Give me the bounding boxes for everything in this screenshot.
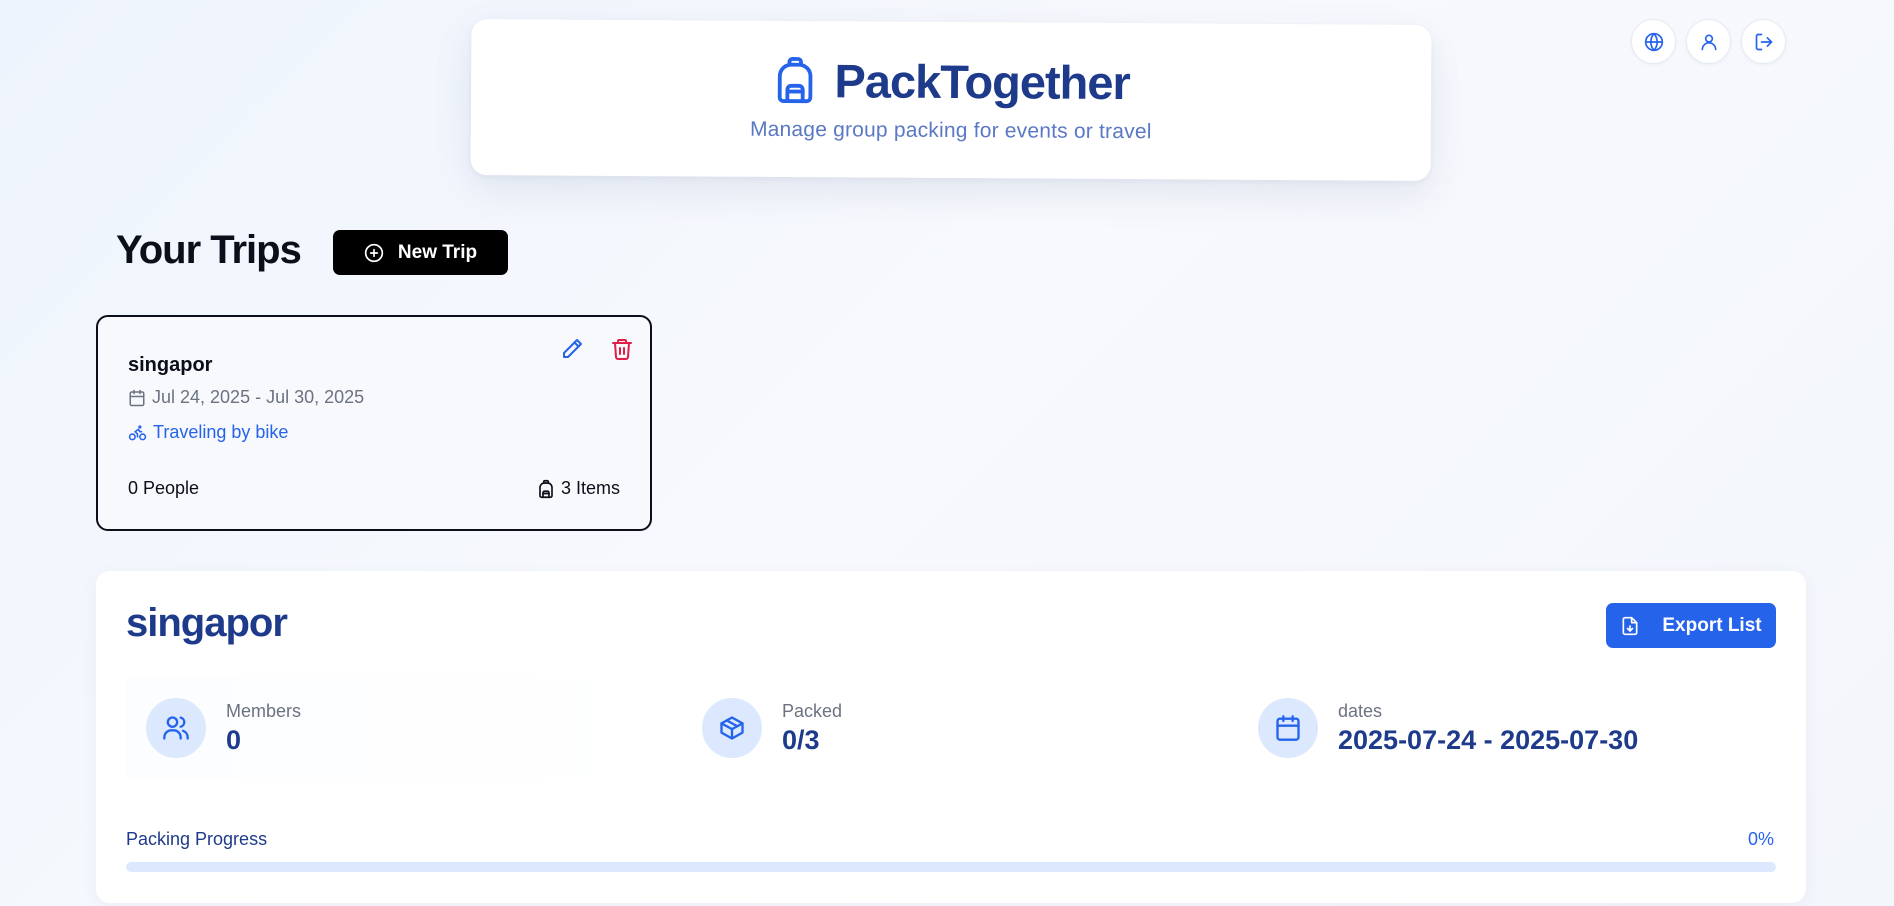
bike-icon <box>128 425 147 441</box>
progress-label: Packing Progress <box>126 829 268 849</box>
file-download-icon <box>1622 616 1638 635</box>
logout-button[interactable] <box>1741 19 1786 64</box>
packed-icon-wrap <box>702 698 762 758</box>
plus-circle-icon <box>364 243 384 262</box>
progress-percent: 0% <box>1747 829 1774 849</box>
trip-items-label: 3 Items <box>560 478 620 498</box>
stat-packed: Packed 0/3 <box>682 678 1232 778</box>
trip-items-count: 3 Items <box>537 478 620 499</box>
progress-bar <box>126 862 1776 872</box>
dates-label: dates <box>1338 700 1383 721</box>
top-actions <box>1631 19 1786 64</box>
stat-dates: dates 2025-07-24 - 2025-07-30 <box>1238 678 1768 778</box>
trip-dates: Jul 24, 2025 - Jul 30, 2025 <box>128 387 364 408</box>
trips-heading: Your Trips <box>116 228 302 272</box>
users-icon <box>163 716 189 740</box>
trip-name: singapor <box>128 354 213 376</box>
packed-value: 0/3 <box>782 724 820 755</box>
app-tagline: Manage group packing for events or trave… <box>749 117 1152 143</box>
export-list-button[interactable]: Export List <box>1606 603 1776 648</box>
members-label: Members <box>226 700 302 721</box>
members-icon-wrap <box>146 698 206 758</box>
export-list-label: Export List <box>1662 614 1762 636</box>
user-icon <box>1701 34 1716 50</box>
edit-icon[interactable] <box>560 337 584 361</box>
trash-icon[interactable] <box>610 337 634 361</box>
stat-members: Members 0 <box>126 678 676 778</box>
trip-date-range: Jul 24, 2025 - Jul 30, 2025 <box>152 387 365 407</box>
new-trip-button[interactable]: New Trip <box>333 230 508 275</box>
dates-value: 2025-07-24 - 2025-07-30 <box>1338 724 1639 755</box>
app-name: PackTogether <box>834 53 1130 109</box>
trip-people-count: 0 People <box>128 478 200 498</box>
trip-detail-panel: singapor Export List Members 0 Packed 0/… <box>96 571 1806 903</box>
new-trip-label: New Trip <box>397 241 478 263</box>
calendar-icon <box>1276 715 1300 741</box>
package-icon <box>720 716 744 740</box>
packed-label: Packed <box>782 700 843 721</box>
trip-card[interactable]: singapor Jul 24, 2025 - Jul 30, 2025 Tra… <box>96 315 652 531</box>
backpack-icon <box>539 479 553 498</box>
calendar-icon <box>129 389 145 406</box>
language-button[interactable] <box>1631 19 1676 64</box>
trip-travel-mode-label: Traveling by bike <box>153 422 289 442</box>
detail-title: singapor <box>126 601 288 645</box>
app-header: PackTogether Manage group packing for ev… <box>470 19 1432 181</box>
logout-icon <box>1755 33 1772 50</box>
profile-button[interactable] <box>1686 19 1731 64</box>
backpack-icon <box>778 57 813 104</box>
dates-icon-wrap <box>1258 698 1318 758</box>
members-value: 0 <box>226 724 242 755</box>
trip-travel-mode: Traveling by bike <box>128 422 288 443</box>
brand: PackTogether <box>772 52 1130 109</box>
globe-icon <box>1644 32 1663 51</box>
